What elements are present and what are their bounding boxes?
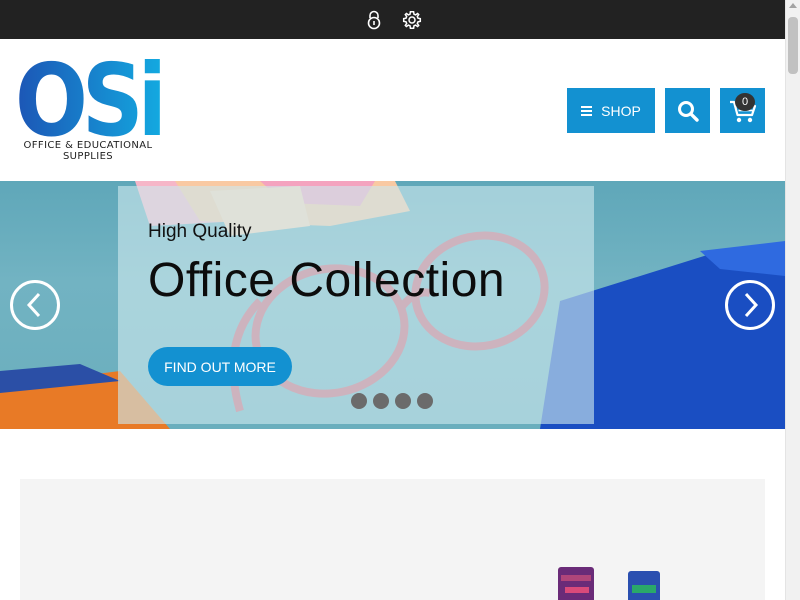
scroll-up-arrow[interactable]: [789, 3, 797, 8]
page-scrollbar[interactable]: [785, 0, 800, 600]
search-button[interactable]: [665, 88, 710, 133]
slider-dot[interactable]: [395, 393, 411, 409]
scroll-thumb[interactable]: [788, 17, 798, 74]
logo-text: OSi: [15, 55, 161, 139]
slider-dot[interactable]: [351, 393, 367, 409]
chevron-left-icon: [26, 292, 41, 318]
hero-headline: Office Collection: [148, 254, 506, 307]
slider-dot[interactable]: [417, 393, 433, 409]
gear-icon[interactable]: [401, 9, 423, 31]
cart-count-badge: 0: [735, 93, 755, 111]
slider-next-button[interactable]: [725, 280, 775, 330]
top-utility-bar: [0, 0, 785, 39]
menu-icon: [581, 105, 593, 116]
logo-tagline: OFFICE & EDUCATIONAL SUPPLIES: [23, 140, 153, 162]
shop-button-label: SHOP: [601, 102, 641, 119]
slider-dot[interactable]: [373, 393, 389, 409]
chevron-right-icon: [744, 292, 759, 318]
hero-eyebrow: High Quality: [148, 221, 252, 242]
slider-dots: [351, 393, 433, 409]
site-logo[interactable]: OSi OFFICE & EDUCATIONAL SUPPLIES: [15, 55, 161, 163]
shop-menu-button[interactable]: SHOP: [567, 88, 655, 133]
lock-icon[interactable]: [363, 9, 385, 31]
logo-mark: OSi: [15, 55, 161, 139]
hero-slider: High Quality Office Collection FIND OUT …: [0, 181, 785, 429]
find-out-more-button[interactable]: FIND OUT MORE: [148, 347, 292, 386]
search-icon: [677, 100, 699, 122]
featured-products-area: [20, 479, 765, 600]
product-image: [558, 567, 660, 600]
site-header: OSi OFFICE & EDUCATIONAL SUPPLIES SHOP 0: [0, 39, 785, 181]
slider-prev-button[interactable]: [10, 280, 60, 330]
